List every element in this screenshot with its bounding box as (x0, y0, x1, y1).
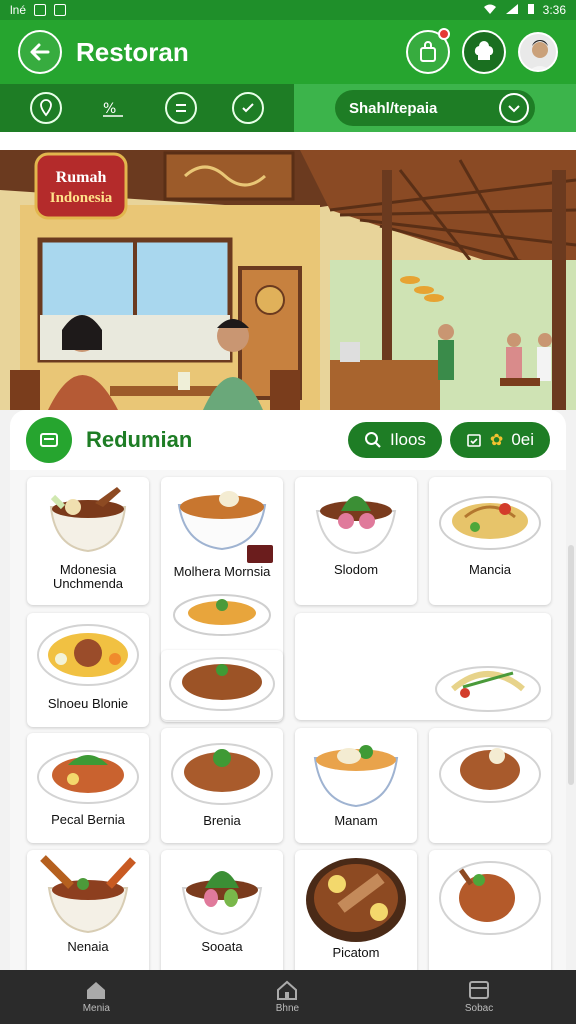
dish-card[interactable] (429, 728, 551, 843)
back-arrow-icon (30, 43, 50, 61)
dish-card[interactable]: Sooata (161, 850, 283, 970)
status-bar: lné 3:36 (0, 0, 576, 20)
dish-image (173, 594, 271, 636)
location-select[interactable]: Shahl/tepaia (335, 90, 535, 126)
notification-badge (438, 28, 450, 40)
dish-image (37, 750, 139, 804)
dish-card[interactable]: Brenia (161, 728, 283, 843)
dish-name: Pecal Bernia (51, 812, 125, 827)
orders-icon (469, 981, 490, 999)
dish-card[interactable]: Mdonesia Unchmenda (27, 477, 149, 605)
nav-orders[interactable]: Sobac (465, 980, 493, 1014)
image-icon (54, 4, 67, 16)
dish-name: Slodom (333, 562, 379, 577)
dish-card[interactable] (295, 613, 551, 720)
dish-name: Molhera Mornsia (173, 564, 271, 579)
back-button[interactable] (18, 30, 62, 74)
divider (0, 132, 576, 150)
avatar[interactable] (518, 32, 558, 72)
clock-text: 3:36 (542, 3, 566, 17)
dish-card[interactable]: Slnoeu Blonie (27, 613, 149, 727)
filter-chip[interactable]: ✿ 0ei (449, 422, 550, 458)
map-button[interactable] (29, 92, 62, 124)
category-header: Redumian Iloos ✿ 0ei (10, 410, 566, 470)
map-pin-icon (39, 99, 52, 117)
nav-home-label: Menia (82, 1003, 110, 1014)
check-icon (242, 103, 254, 113)
bag-icon (420, 41, 436, 62)
chef-button[interactable] (462, 30, 506, 74)
nav-home[interactable]: Menia (83, 980, 110, 1014)
calendar-check-icon (467, 434, 481, 447)
dish-image (171, 743, 273, 805)
dish-name: Manam (334, 813, 378, 828)
menu-category-icon (26, 417, 72, 463)
app-header: Restoran (0, 20, 576, 84)
dish-image (439, 496, 541, 550)
svg-text:%: % (103, 101, 116, 117)
verified-button[interactable] (232, 92, 265, 124)
dish-image (181, 871, 263, 936)
dish-image (313, 745, 399, 808)
battery-icon (527, 3, 535, 18)
price-filter-button[interactable]: % (97, 92, 129, 124)
gallery-icon (34, 4, 47, 16)
dish-card[interactable]: Picatom (295, 850, 417, 970)
dish-image (435, 666, 541, 712)
dish-name: Brenia (203, 813, 241, 828)
filter-chip-label: 0ei (511, 430, 534, 449)
sub-toolbar: % Shahl/tepaia (0, 84, 576, 132)
svg-text:Rumah: Rumah (56, 169, 107, 186)
dish-name: Nenaia (67, 939, 109, 954)
category-button[interactable] (164, 92, 197, 124)
sort-icon (175, 104, 186, 112)
dish-name: Mancia (469, 562, 511, 577)
search-chip[interactable]: Iloos (347, 422, 442, 458)
dish-card[interactable]: Pecal Bernia (27, 733, 149, 843)
chevron-down-icon (499, 93, 529, 123)
location-select-label: Shahl/tepaia (349, 99, 438, 117)
svg-text:Indonesia: Indonesia (50, 190, 113, 206)
dish-grid: Mdonesia Unchmenda Molhera Mornsia Slodo… (10, 470, 566, 970)
chef-hat-icon (474, 41, 494, 60)
dish-card[interactable]: Manam (295, 728, 417, 843)
status-text: lné (10, 3, 27, 17)
dish-image (49, 487, 127, 553)
nav-store[interactable]: Bhne (275, 980, 299, 1014)
search-icon (364, 432, 381, 448)
dish-card[interactable] (161, 650, 283, 720)
bottom-navigation: Menia Bhne Sobac (0, 970, 576, 1024)
dish-image (439, 861, 541, 935)
dish-image (439, 745, 541, 803)
percent-icon: % (103, 101, 124, 117)
home-icon (87, 982, 106, 999)
restaurant-sign: Rumah Indonesia (34, 152, 128, 220)
dish-card[interactable] (429, 850, 551, 970)
store-icon (277, 980, 298, 1000)
dish-image (306, 858, 406, 942)
dish-image (40, 855, 136, 934)
search-chip-label: Iloos (389, 430, 426, 449)
dish-name: Slnoeu Blonie (47, 696, 129, 711)
dish-name: Picatom (332, 945, 380, 960)
dish-image (37, 624, 139, 686)
dish-name: Sooata (201, 939, 243, 954)
wifi-icon (483, 3, 497, 18)
scrollbar[interactable] (568, 545, 574, 785)
dish-card[interactable]: Nenaia (27, 850, 149, 970)
page-title: Restoran (76, 36, 189, 67)
dish-name: Mdonesia Unchmenda (52, 562, 124, 591)
section-title: Redumian (86, 427, 193, 452)
dish-image (315, 496, 397, 555)
dish-card[interactable]: Mancia (429, 477, 551, 605)
restaurant-banner: Rumah Indonesia (0, 150, 576, 410)
signal-icon (505, 3, 519, 18)
dish-card[interactable]: Slodom (295, 477, 417, 605)
promo-tag (247, 545, 273, 563)
flower-icon: ✿ (489, 432, 504, 449)
dish-image (169, 657, 275, 711)
notification-button[interactable] (406, 28, 450, 74)
nav-orders-label: Sobac (464, 1003, 494, 1014)
nav-store-label: Bhne (275, 1003, 300, 1014)
